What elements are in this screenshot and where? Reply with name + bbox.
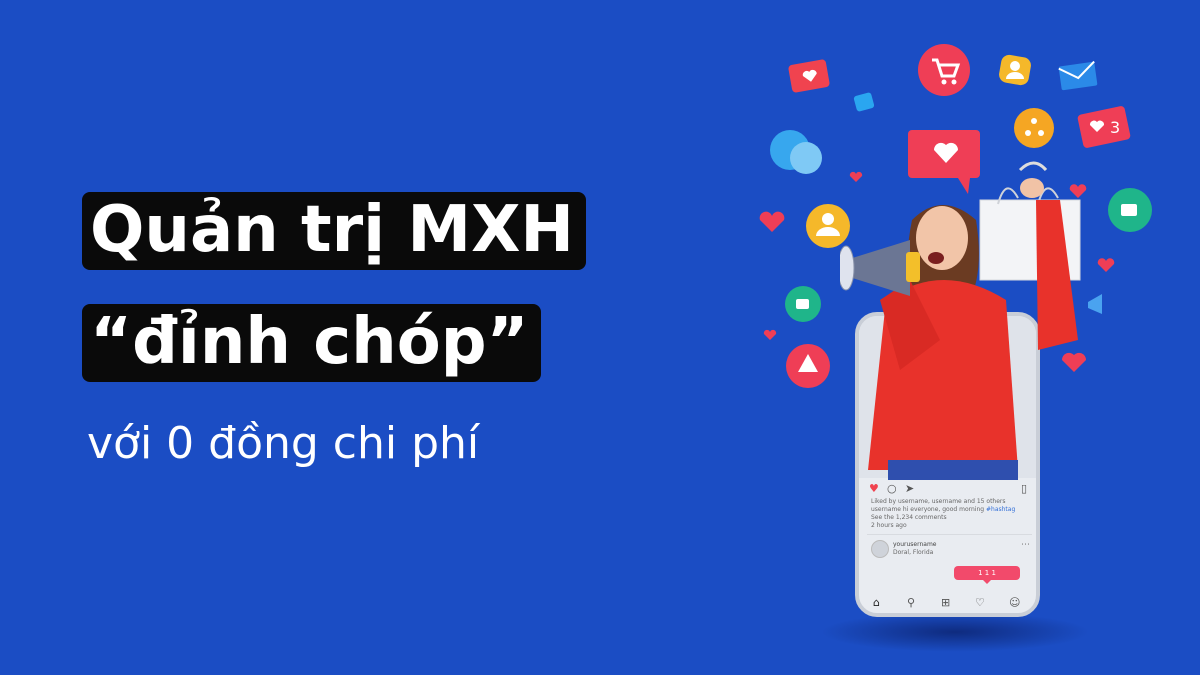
phone-shadow	[820, 612, 1090, 652]
mail-icon	[1058, 60, 1098, 91]
share-icon	[1014, 108, 1054, 148]
small-heart-icon	[759, 211, 785, 232]
like-heart-icon[interactable]: ♥	[869, 482, 879, 496]
user-icon	[999, 54, 1031, 86]
megaphone	[840, 240, 920, 296]
chat-bubbles-icon	[770, 130, 822, 174]
heart-message-icon	[788, 59, 830, 93]
post-actions: ♥ ○ ➤ ▯	[869, 482, 1034, 496]
bookmark-icon[interactable]: ▯	[1021, 482, 1027, 496]
like-green-small-icon	[785, 286, 821, 322]
post-caption: Liked by username, username and 15 other…	[871, 498, 1031, 530]
home-icon[interactable]: ⌂	[873, 594, 880, 612]
small-heart-icon	[1097, 258, 1115, 272]
tab-bar: ⌂ ⚲ ⊞ ♡ ☺	[859, 594, 1036, 612]
more-icon[interactable]: ⋯	[1021, 540, 1030, 550]
hand	[1020, 178, 1044, 198]
shopping-cart-icon	[918, 44, 970, 96]
woman-illustration	[840, 161, 1081, 480]
heart-tab-icon[interactable]: ♡	[975, 594, 985, 612]
jeans	[888, 460, 1018, 480]
comments-link[interactable]: See the 1,234 comments	[871, 514, 1031, 522]
small-heart-icon	[763, 329, 777, 340]
profile-name: yourusername	[893, 541, 937, 548]
divider	[867, 534, 1032, 535]
post-time: 2 hours ago	[871, 522, 907, 529]
alert-triangle-icon	[786, 344, 830, 388]
thumbs-up-icon	[853, 92, 875, 112]
add-post-icon[interactable]: ⊞	[941, 594, 950, 612]
send-icon[interactable]: ➤	[905, 482, 914, 496]
profile-location: Doral, Florida	[893, 549, 934, 556]
liked-by-text: Liked by username, username and 15 other…	[871, 498, 1006, 505]
mouth	[928, 252, 944, 264]
profile-tab-icon[interactable]: ☺	[1009, 594, 1020, 612]
heart-count-icon	[1077, 106, 1131, 148]
notification-badge: 1 1 1	[954, 566, 1020, 584]
comment-icon[interactable]: ○	[887, 482, 897, 496]
like-green-icon	[1108, 188, 1152, 232]
search-icon[interactable]: ⚲	[907, 594, 915, 612]
avatar	[871, 540, 889, 558]
heart-count-text: 3	[1110, 118, 1120, 137]
caption-line: username hi everyone, good morning #hash…	[871, 506, 1016, 513]
